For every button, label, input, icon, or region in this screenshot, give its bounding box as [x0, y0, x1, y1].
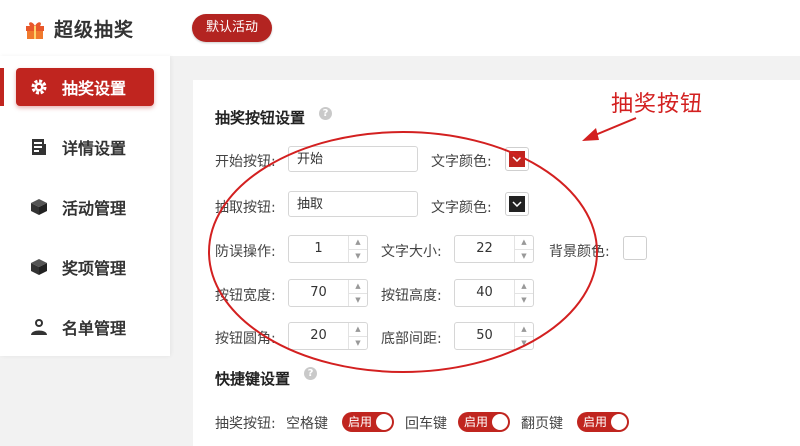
- box-icon: [28, 196, 50, 218]
- document-icon: [28, 136, 50, 158]
- button-height-label: 按钮高度:: [381, 288, 442, 304]
- background-color-picker[interactable]: [623, 236, 647, 260]
- sidebar-item-label: 奖项管理: [62, 259, 127, 278]
- sidebar-item-list-management[interactable]: 名单管理: [16, 308, 154, 346]
- chevron-down-icon[interactable]: ▼: [349, 292, 367, 307]
- misclick-prevention-label: 防误操作:: [215, 244, 276, 260]
- toggle-knob: [376, 414, 392, 430]
- settings-panel: 抽奖按钮设置 ? 开始按钮: 开始 文字颜色: 抽取按钮: 抽取 文字颜色: 防…: [193, 80, 800, 446]
- page-key-toggle[interactable]: 启用: [577, 412, 629, 432]
- start-button-input[interactable]: 开始: [288, 146, 418, 172]
- chevron-down-icon[interactable]: ▼: [515, 292, 533, 307]
- button-settings-title: 抽奖按钮设置: [215, 109, 306, 127]
- draw-button-input[interactable]: 抽取: [288, 191, 418, 217]
- sidebar-item-label: 活动管理: [62, 199, 127, 218]
- toggle-label: 启用: [348, 415, 373, 429]
- chevron-down-icon[interactable]: ▼: [349, 248, 367, 263]
- button-width-label: 按钮宽度:: [215, 288, 276, 304]
- chevron-down-icon[interactable]: ▼: [515, 248, 533, 263]
- chevron-up-icon[interactable]: ▲: [349, 236, 367, 249]
- sidebar-item-label: 详情设置: [62, 139, 127, 158]
- toggle-label: 启用: [464, 415, 489, 429]
- box-icon: [28, 256, 50, 278]
- chevron-up-icon[interactable]: ▲: [349, 323, 367, 336]
- toggle-knob: [492, 414, 508, 430]
- chevron-down-icon[interactable]: ▼: [349, 335, 367, 350]
- shortcut-settings-title: 快捷键设置: [215, 370, 291, 388]
- chevron-up-icon[interactable]: ▲: [349, 280, 367, 293]
- draw-text-color-label: 文字颜色:: [431, 200, 492, 216]
- chevron-up-icon[interactable]: ▲: [515, 323, 533, 336]
- enter-key-toggle[interactable]: 启用: [458, 412, 510, 432]
- top-bar: 超级抽奖 默认活动: [0, 0, 800, 56]
- sidebar-item-detail-settings[interactable]: 详情设置: [16, 128, 154, 166]
- chevron-down-icon: [509, 151, 525, 167]
- button-width-stepper[interactable]: 70 ▲ ▼: [288, 279, 368, 307]
- stepper-value: 40: [476, 285, 493, 300]
- stepper-value: 22: [476, 241, 493, 256]
- default-activity-button[interactable]: 默认活动: [192, 14, 273, 42]
- draw-text-color-picker[interactable]: [505, 192, 529, 216]
- button-radius-stepper[interactable]: 20 ▲ ▼: [288, 322, 368, 350]
- sidebar-item-label: 名单管理: [62, 319, 127, 338]
- sidebar: 抽奖设置 详情设置 活动管理 奖项管理 名单管理: [0, 56, 170, 356]
- app-title: 超级抽奖: [54, 19, 135, 41]
- draw-button-label: 抽取按钮:: [215, 200, 276, 216]
- start-button-label: 开始按钮:: [215, 154, 276, 170]
- bottom-spacing-stepper[interactable]: 50 ▲ ▼: [454, 322, 534, 350]
- page-key-label: 翻页键: [521, 416, 563, 432]
- user-icon: [28, 316, 50, 338]
- active-indicator: [0, 68, 4, 106]
- toggle-knob: [611, 414, 627, 430]
- chevron-up-icon[interactable]: ▲: [515, 280, 533, 293]
- help-icon[interactable]: ?: [304, 367, 317, 380]
- enter-key-label: 回车键: [405, 416, 447, 432]
- misclick-prevention-stepper[interactable]: 1 ▲ ▼: [288, 235, 368, 263]
- stepper-value: 70: [310, 285, 327, 300]
- gift-icon: [26, 21, 44, 39]
- button-height-stepper[interactable]: 40 ▲ ▼: [454, 279, 534, 307]
- button-radius-label: 按钮圆角:: [215, 331, 276, 347]
- font-size-label: 文字大小:: [381, 244, 442, 260]
- start-text-color-label: 文字颜色:: [431, 154, 492, 170]
- sidebar-item-activity-management[interactable]: 活动管理: [16, 188, 154, 226]
- chevron-down-icon: [509, 196, 525, 212]
- sidebar-item-prize-management[interactable]: 奖项管理: [16, 248, 154, 286]
- help-icon[interactable]: ?: [319, 107, 332, 120]
- sidebar-item-label: 抽奖设置: [62, 79, 127, 98]
- stepper-value: 20: [310, 328, 327, 343]
- chevron-up-icon[interactable]: ▲: [515, 236, 533, 249]
- start-text-color-picker[interactable]: [505, 147, 529, 171]
- space-key-label: 空格键: [286, 416, 328, 432]
- bottom-spacing-label: 底部间距:: [381, 331, 442, 347]
- stepper-value: 50: [476, 328, 493, 343]
- gear-icon: [28, 76, 50, 98]
- font-size-stepper[interactable]: 22 ▲ ▼: [454, 235, 534, 263]
- stepper-value: 1: [314, 241, 323, 256]
- annotation-label: 抽奖按钮: [611, 92, 704, 117]
- sidebar-item-lottery-settings[interactable]: 抽奖设置: [16, 68, 154, 106]
- chevron-down-icon[interactable]: ▼: [515, 335, 533, 350]
- background-color-label: 背景颜色:: [549, 244, 610, 260]
- app-logo: 超级抽奖: [24, 15, 134, 42]
- space-key-toggle[interactable]: 启用: [342, 412, 394, 432]
- shortcut-row-label: 抽奖按钮:: [215, 416, 276, 432]
- toggle-label: 启用: [583, 415, 608, 429]
